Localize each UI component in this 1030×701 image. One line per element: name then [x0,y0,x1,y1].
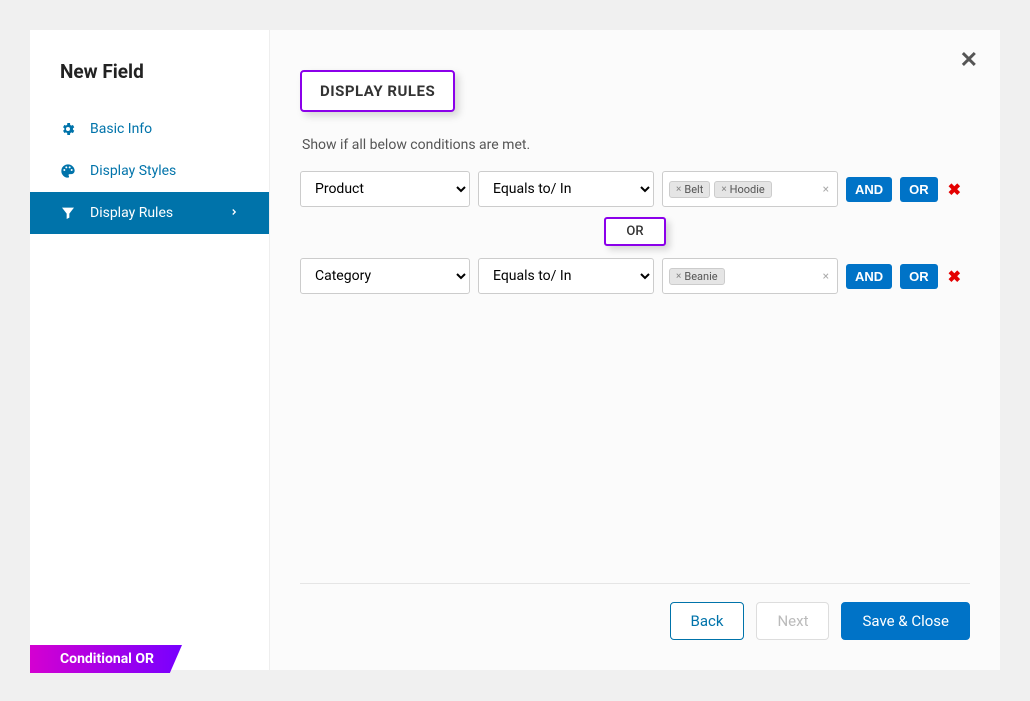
section-description: Show if all below conditions are met. [300,137,970,153]
gear-icon [60,121,76,137]
tag: ×Beanie [669,268,725,285]
tags-clear-icon[interactable]: × [823,269,829,283]
tag-remove-icon[interactable]: × [676,271,681,282]
save-close-button[interactable]: Save & Close [841,602,970,640]
chevron-right-icon [229,205,239,221]
sidebar-item-label: Display Styles [90,163,176,179]
or-button[interactable]: OR [900,177,938,202]
funnel-icon [60,205,76,221]
or-separator: OR [300,217,970,246]
sidebar-item-label: Display Rules [90,205,173,221]
value-tags[interactable]: ×Beanie × [662,258,838,294]
tag-remove-icon[interactable]: × [676,184,681,195]
sidebar-item-label: Basic Info [90,121,152,137]
sidebar-item-display-rules[interactable]: Display Rules [30,192,269,234]
and-button[interactable]: AND [846,264,892,289]
value-tags[interactable]: ×Belt ×Hoodie × [662,171,838,207]
tags-clear-icon[interactable]: × [823,182,829,196]
operator-select[interactable]: Equals to/ In [478,171,654,207]
remove-rule-icon[interactable]: ✖ [948,180,961,199]
remove-rule-icon[interactable]: ✖ [948,267,961,286]
sidebar-title: New Field [30,60,269,108]
rule-row: Category Equals to/ In ×Beanie × AND OR … [300,258,970,294]
rules-container: Product Equals to/ In ×Belt ×Hoodie × AN… [300,171,970,563]
next-button: Next [756,602,829,640]
content-panel: ✕ DISPLAY RULES Show if all below condit… [270,30,1000,670]
back-button[interactable]: Back [670,602,745,640]
tag: ×Hoodie [714,181,771,198]
tag-remove-icon[interactable]: × [721,184,726,195]
operator-select[interactable]: Equals to/ In [478,258,654,294]
rule-row: Product Equals to/ In ×Belt ×Hoodie × AN… [300,171,970,207]
palette-icon [60,163,76,179]
and-button[interactable]: AND [846,177,892,202]
sidebar: New Field Basic Info Display Styles Disp… [30,30,270,670]
ribbon-label: Conditional OR [30,645,182,673]
tag: ×Belt [669,181,710,198]
footer: Back Next Save & Close [300,583,970,640]
field-select[interactable]: Product [300,171,470,207]
close-icon[interactable]: ✕ [960,48,978,73]
or-separator-label: OR [604,217,665,246]
modal: New Field Basic Info Display Styles Disp… [30,30,1000,670]
section-title: DISPLAY RULES [300,70,455,112]
field-select[interactable]: Category [300,258,470,294]
sidebar-item-display-styles[interactable]: Display Styles [30,150,269,192]
sidebar-item-basic-info[interactable]: Basic Info [30,108,269,150]
or-button[interactable]: OR [900,264,938,289]
